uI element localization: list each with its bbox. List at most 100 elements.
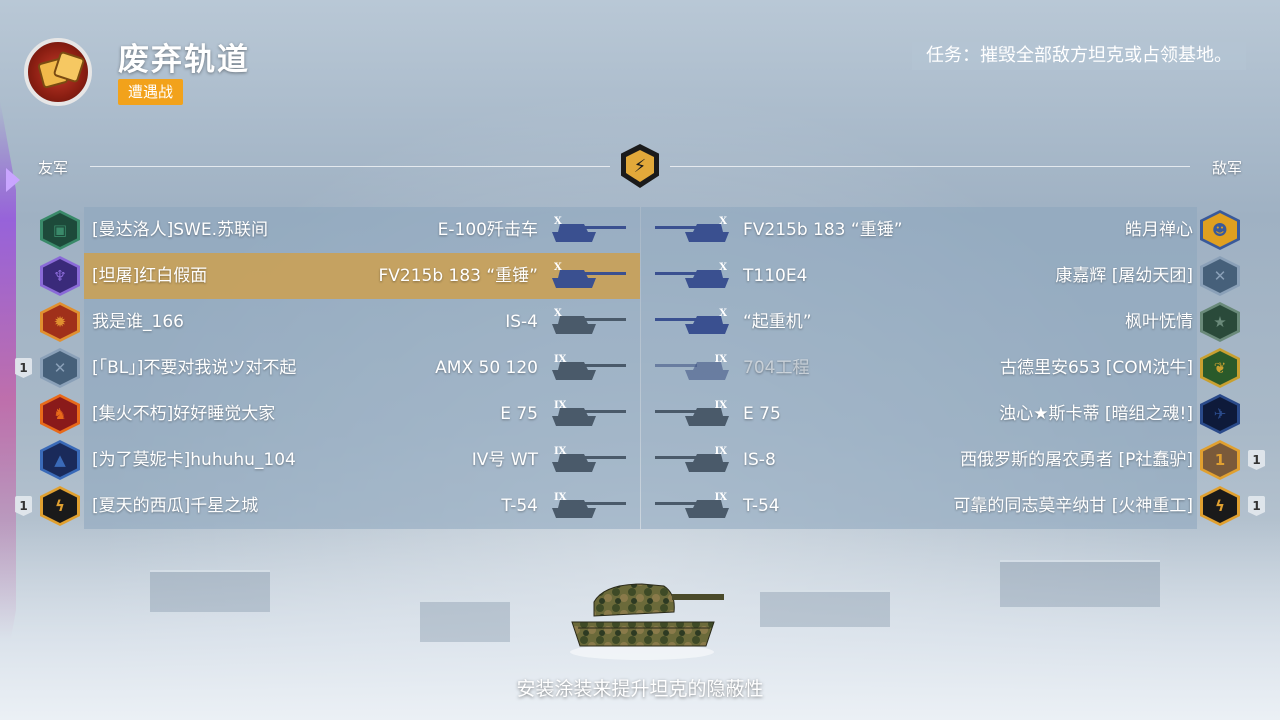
map-title: 废弃轨道: [118, 42, 250, 78]
ally-row[interactable]: [集火不朽]好好睡觉大家 E 75 IX: [84, 391, 640, 437]
platoon-badge: 1: [1248, 450, 1265, 470]
tank-name: E 75: [500, 404, 538, 424]
player-name: 西俄罗斯的屠农勇者 [P社蠢驴]: [960, 450, 1193, 470]
enemy-row[interactable]: 康嘉辉 [屠幼天团] T110E4 X: [641, 253, 1197, 299]
tank-tier: X: [719, 308, 727, 319]
tank-name: T-54: [743, 496, 780, 516]
tank-tier: IX: [714, 446, 727, 457]
tank-emblem-icon[interactable]: ▣: [40, 210, 80, 250]
side-expand-arrow-icon[interactable]: [6, 168, 20, 192]
ally-row[interactable]: [为了莫妮卡]huhuhu_104 IV号 WT IX: [84, 437, 640, 483]
player-name: 浊心★斯卡蒂 [暗组之魂!]: [999, 404, 1193, 424]
tank-silhouette-icon: IX: [550, 400, 628, 428]
enemies-panel: 皓月禅心 FV215b 183 “重锤” X 康嘉辉 [屠幼天团] T110E4 X 枫叶怃…: [641, 207, 1197, 529]
tank-name: AMX 50 120: [435, 358, 538, 378]
tank-name: “起重机”: [743, 312, 812, 332]
tank-tier: X: [554, 308, 562, 319]
map-icon: [24, 38, 92, 106]
sword-emblem-icon[interactable]: ♆: [40, 256, 80, 296]
ally-row[interactable]: [坦屠]红白假面 FV215b 183 “重锤” X: [84, 253, 640, 299]
player-name: [曼达洛人]SWE.苏联间: [92, 220, 269, 240]
tank-silhouette-icon: IX: [550, 492, 628, 520]
tank-tier: IX: [554, 354, 567, 365]
player-name: [为了莫妮卡]huhuhu_104: [92, 450, 296, 470]
loading-tip: 安装涂装来提升坦克的隐蔽性: [516, 678, 764, 700]
enemy-row[interactable]: 古德里安653 [COM沈牛] 704工程 IX: [641, 345, 1197, 391]
tank-silhouette-icon: IX: [550, 354, 628, 382]
tank-silhouette-icon: IX: [550, 446, 628, 474]
tank-silhouette-icon: IX: [653, 400, 731, 428]
lightning-emblem-icon[interactable]: ϟ: [1200, 486, 1240, 526]
platoon-badge: 1: [15, 358, 32, 378]
triangle-emblem-icon[interactable]: ▲: [40, 440, 80, 480]
ally-row[interactable]: [夏天的西瓜]千星之城 T-54 IX: [84, 483, 640, 529]
player-name: 枫叶怃情: [1125, 312, 1193, 332]
background-building: [150, 570, 270, 612]
tank-name: FV215b 183 “重锤”: [743, 220, 903, 240]
tank-silhouette-icon: X: [653, 308, 731, 336]
tank-name: 704工程: [743, 358, 810, 378]
tank-silhouette-icon: X: [550, 216, 628, 244]
platoon-badge: 1: [1248, 496, 1265, 516]
enemy-row[interactable]: 可靠的同志莫辛纳甘 [火神重工] T-54 IX: [641, 483, 1197, 529]
ally-row[interactable]: [曼达洛人]SWE.苏联间 E-100歼击车 X: [84, 207, 640, 253]
tank-tier: X: [554, 262, 562, 273]
tank-name: T110E4: [743, 266, 808, 286]
player-name: 古德里安653 [COM沈牛]: [999, 358, 1193, 378]
tank-silhouette-icon: IX: [653, 354, 731, 382]
ally-row[interactable]: [「BL」]不要对我说ツ对不起 AMX 50 120 IX: [84, 345, 640, 391]
tank-name: E-100歼击车: [437, 220, 538, 240]
player-name: 可靠的同志莫辛纳甘 [火神重工]: [953, 496, 1193, 516]
tank-tier: X: [719, 262, 727, 273]
player-name: 康嘉辉 [屠幼天团]: [1055, 266, 1193, 286]
background-building: [1000, 560, 1160, 607]
tank-silhouette-icon: X: [550, 262, 628, 290]
wreath-emblem-icon[interactable]: ❦: [1200, 348, 1240, 388]
player-tank-preview: [570, 583, 724, 660]
tank-tier: X: [719, 216, 727, 227]
tank-tier: IX: [554, 400, 567, 411]
divider-left: [90, 166, 610, 167]
player-name: [夏天的西瓜]千星之城: [92, 496, 259, 516]
tank-tier: IX: [554, 446, 567, 457]
tank-name: IS-8: [743, 450, 776, 470]
star-emblem-icon[interactable]: ★: [1200, 302, 1240, 342]
crossed-swords-icon[interactable]: ✕: [1200, 256, 1240, 296]
phoenix-emblem-icon[interactable]: ♞: [40, 394, 80, 434]
tank-name: FV215b 183 “重锤”: [378, 266, 538, 286]
background-building: [760, 590, 890, 627]
tank-name: T-54: [501, 496, 538, 516]
battle-emblem-icon: ⚡: [621, 144, 659, 188]
lightning-emblem-icon[interactable]: ϟ: [40, 486, 80, 526]
player-name: [「BL」]不要对我说ツ对不起: [92, 358, 297, 378]
number-one-emblem-icon[interactable]: 1: [1200, 440, 1240, 480]
roster-table: [曼达洛人]SWE.苏联间 E-100歼击车 X [坦屠]红白假面 FV215b 183…: [84, 207, 1197, 529]
tank-name: IV号 WT: [471, 450, 538, 470]
enemy-row[interactable]: 枫叶怃情 “起重机” X: [641, 299, 1197, 345]
enemies-label: 敌军: [1211, 159, 1242, 177]
medal-emblem-icon[interactable]: ✹: [40, 302, 80, 342]
tank-name: IS-4: [505, 312, 538, 332]
tank-tier: IX: [714, 492, 727, 503]
platoon-badge: 1: [15, 496, 32, 516]
mission-text: 任务：摧毁全部敌方坦克或占领基地。: [912, 42, 1246, 70]
enemy-row[interactable]: 西俄罗斯的屠农勇者 [P社蠢驴] IS-8 IX: [641, 437, 1197, 483]
tank-silhouette-icon: X: [550, 308, 628, 336]
ally-row[interactable]: 我是谁_166 IS-4 X: [84, 299, 640, 345]
tank-silhouette-icon: X: [653, 262, 731, 290]
gun-emblem-icon[interactable]: ✈: [1200, 394, 1240, 434]
tank-name: E 75: [743, 404, 781, 424]
allies-label: 友军: [38, 159, 69, 177]
tank-tier: IX: [714, 400, 727, 411]
tank-silhouette-icon: X: [653, 216, 731, 244]
enemy-row[interactable]: 浊心★斯卡蒂 [暗组之魂!] E 75 IX: [641, 391, 1197, 437]
crossed-swords-icon[interactable]: ✕: [40, 348, 80, 388]
enemy-row[interactable]: 皓月禅心 FV215b 183 “重锤” X: [641, 207, 1197, 253]
allies-panel: [曼达洛人]SWE.苏联间 E-100歼击车 X [坦屠]红白假面 FV215b 183…: [84, 207, 640, 529]
tank-silhouette-icon: IX: [653, 446, 731, 474]
player-name: 皓月禅心: [1125, 220, 1193, 240]
face-emblem-icon[interactable]: ☻: [1200, 210, 1240, 250]
tank-silhouette-icon: IX: [653, 492, 731, 520]
background-building: [420, 600, 510, 642]
player-name: [集火不朽]好好睡觉大家: [92, 404, 276, 424]
